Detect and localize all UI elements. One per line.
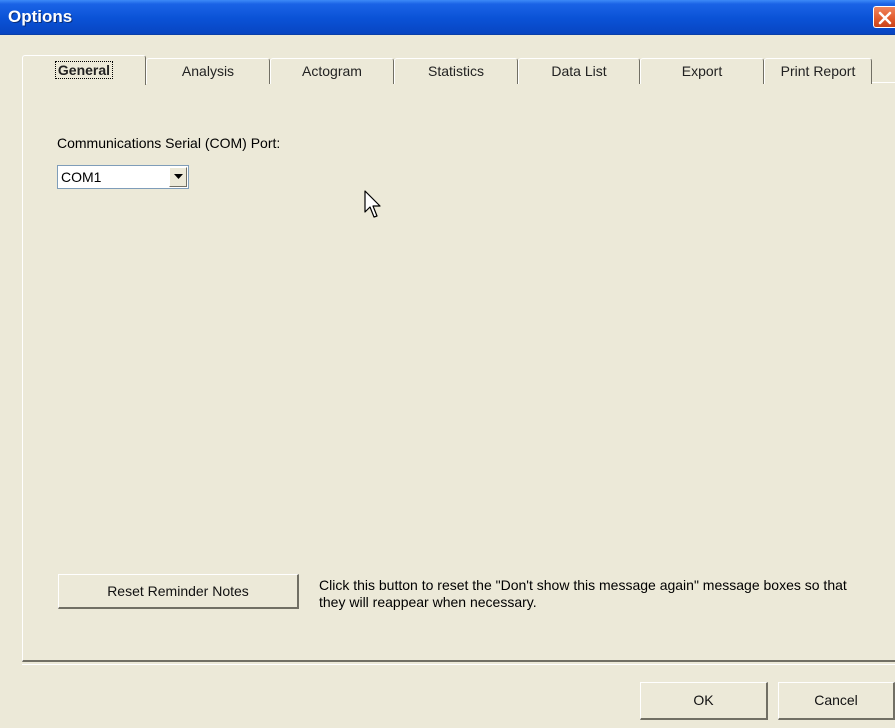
tab-general[interactable]: General: [22, 55, 146, 85]
dropdown-button[interactable]: [169, 167, 187, 187]
tab-label: General: [54, 61, 114, 79]
tab-data-list[interactable]: Data List: [518, 58, 640, 84]
close-button[interactable]: [873, 6, 895, 28]
tab-label: Export: [681, 63, 723, 79]
mouse-cursor-icon: [364, 190, 381, 218]
close-icon: [878, 11, 892, 25]
tab-label: Data List: [551, 63, 607, 79]
tab-label: Actogram: [302, 63, 362, 79]
window-title: Options: [8, 7, 73, 26]
tab-actogram[interactable]: Actogram: [270, 58, 394, 84]
tab-print-report[interactable]: Print Report: [764, 58, 872, 84]
cancel-button[interactable]: Cancel: [778, 682, 895, 720]
com-port-label: Communications Serial (COM) Port:: [57, 135, 281, 151]
tab-label: Analysis: [181, 63, 235, 79]
tab-analysis[interactable]: Analysis: [146, 58, 270, 84]
com-port-value: COM1: [61, 169, 102, 185]
title-bar: Options: [0, 0, 895, 35]
divider: [22, 664, 895, 665]
tab-statistics[interactable]: Statistics: [394, 58, 518, 84]
tab-export[interactable]: Export: [640, 58, 764, 84]
tab-label: Print Report: [780, 63, 856, 79]
com-port-select[interactable]: COM1: [57, 165, 189, 189]
tab-label: Statistics: [427, 63, 484, 79]
reset-reminder-notes-button[interactable]: Reset Reminder Notes: [58, 574, 299, 609]
ok-button[interactable]: OK: [640, 682, 768, 720]
reset-note-text: Click this button to reset the "Don't sh…: [319, 577, 847, 610]
chevron-down-icon: [174, 174, 183, 179]
